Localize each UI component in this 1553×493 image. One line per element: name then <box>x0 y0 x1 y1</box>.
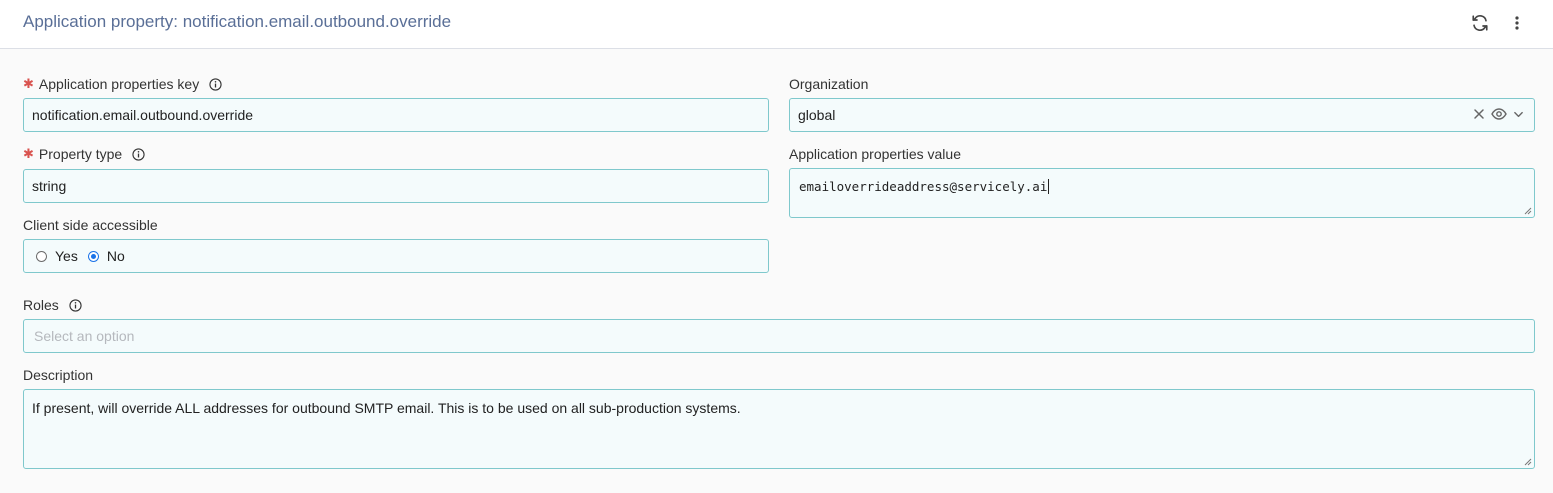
value-textarea-text: emailoverrideaddress@servicely.ai <box>799 179 1048 194</box>
key-label-text: Application properties key <box>38 76 200 92</box>
key-label: ✱ Application properties key <box>23 76 222 92</box>
chevron-down-icon[interactable] <box>1513 107 1524 123</box>
description-label-text: Description <box>23 367 94 383</box>
required-icon: ✱ <box>23 146 34 161</box>
required-icon: ✱ <box>23 76 34 91</box>
property-type-value: string <box>32 178 67 194</box>
organization-select[interactable]: global <box>789 98 1535 132</box>
client-side-label-text: Client side accessible <box>23 217 158 233</box>
client-side-label: Client side accessible <box>23 217 158 233</box>
radio-option-yes[interactable]: Yes <box>36 248 78 264</box>
organization-label: Organization <box>789 76 868 92</box>
description-textarea[interactable]: If present, will override ALL addresses … <box>23 389 1535 469</box>
value-textarea[interactable]: emailoverrideaddress@servicely.ai <box>789 168 1535 218</box>
description-text: If present, will override ALL addresses … <box>32 400 741 416</box>
text-cursor <box>1048 179 1050 194</box>
refresh-icon[interactable] <box>1468 11 1492 35</box>
value-label-text: Application properties value <box>789 146 961 162</box>
info-icon[interactable] <box>132 147 145 161</box>
roles-placeholder: Select an option <box>34 328 135 344</box>
roles-label: Roles <box>23 297 82 313</box>
radio-yes-label: Yes <box>55 248 78 264</box>
roles-select[interactable]: Select an option <box>23 319 1535 353</box>
property-type-label: ✱ Property type <box>23 146 145 162</box>
info-icon[interactable] <box>69 298 82 312</box>
resize-handle-icon[interactable] <box>1524 458 1532 466</box>
organization-value: global <box>798 107 836 123</box>
eye-icon[interactable] <box>1491 107 1507 123</box>
page-title: Application property: notification.email… <box>23 12 452 31</box>
description-label: Description <box>23 367 93 383</box>
organization-label-text: Organization <box>789 76 869 92</box>
client-side-radio-group: Yes No <box>23 239 769 273</box>
info-icon[interactable] <box>209 77 222 91</box>
more-vertical-icon[interactable] <box>1505 11 1529 35</box>
radio-yes[interactable] <box>36 250 47 262</box>
key-input-value: notification.email.outbound.override <box>32 107 254 123</box>
radio-option-no[interactable]: No <box>87 248 125 264</box>
roles-label-text: Roles <box>23 297 59 313</box>
radio-no[interactable] <box>87 250 99 262</box>
property-type-input[interactable]: string <box>23 169 769 203</box>
resize-handle-icon[interactable] <box>1524 207 1532 215</box>
property-type-label-text: Property type <box>38 146 123 162</box>
value-label: Application properties value <box>789 146 961 162</box>
clear-icon[interactable] <box>1473 107 1485 123</box>
page-header: Application property: notification.email… <box>0 0 1553 49</box>
radio-no-label: No <box>106 248 125 264</box>
key-input[interactable]: notification.email.outbound.override <box>23 98 769 132</box>
